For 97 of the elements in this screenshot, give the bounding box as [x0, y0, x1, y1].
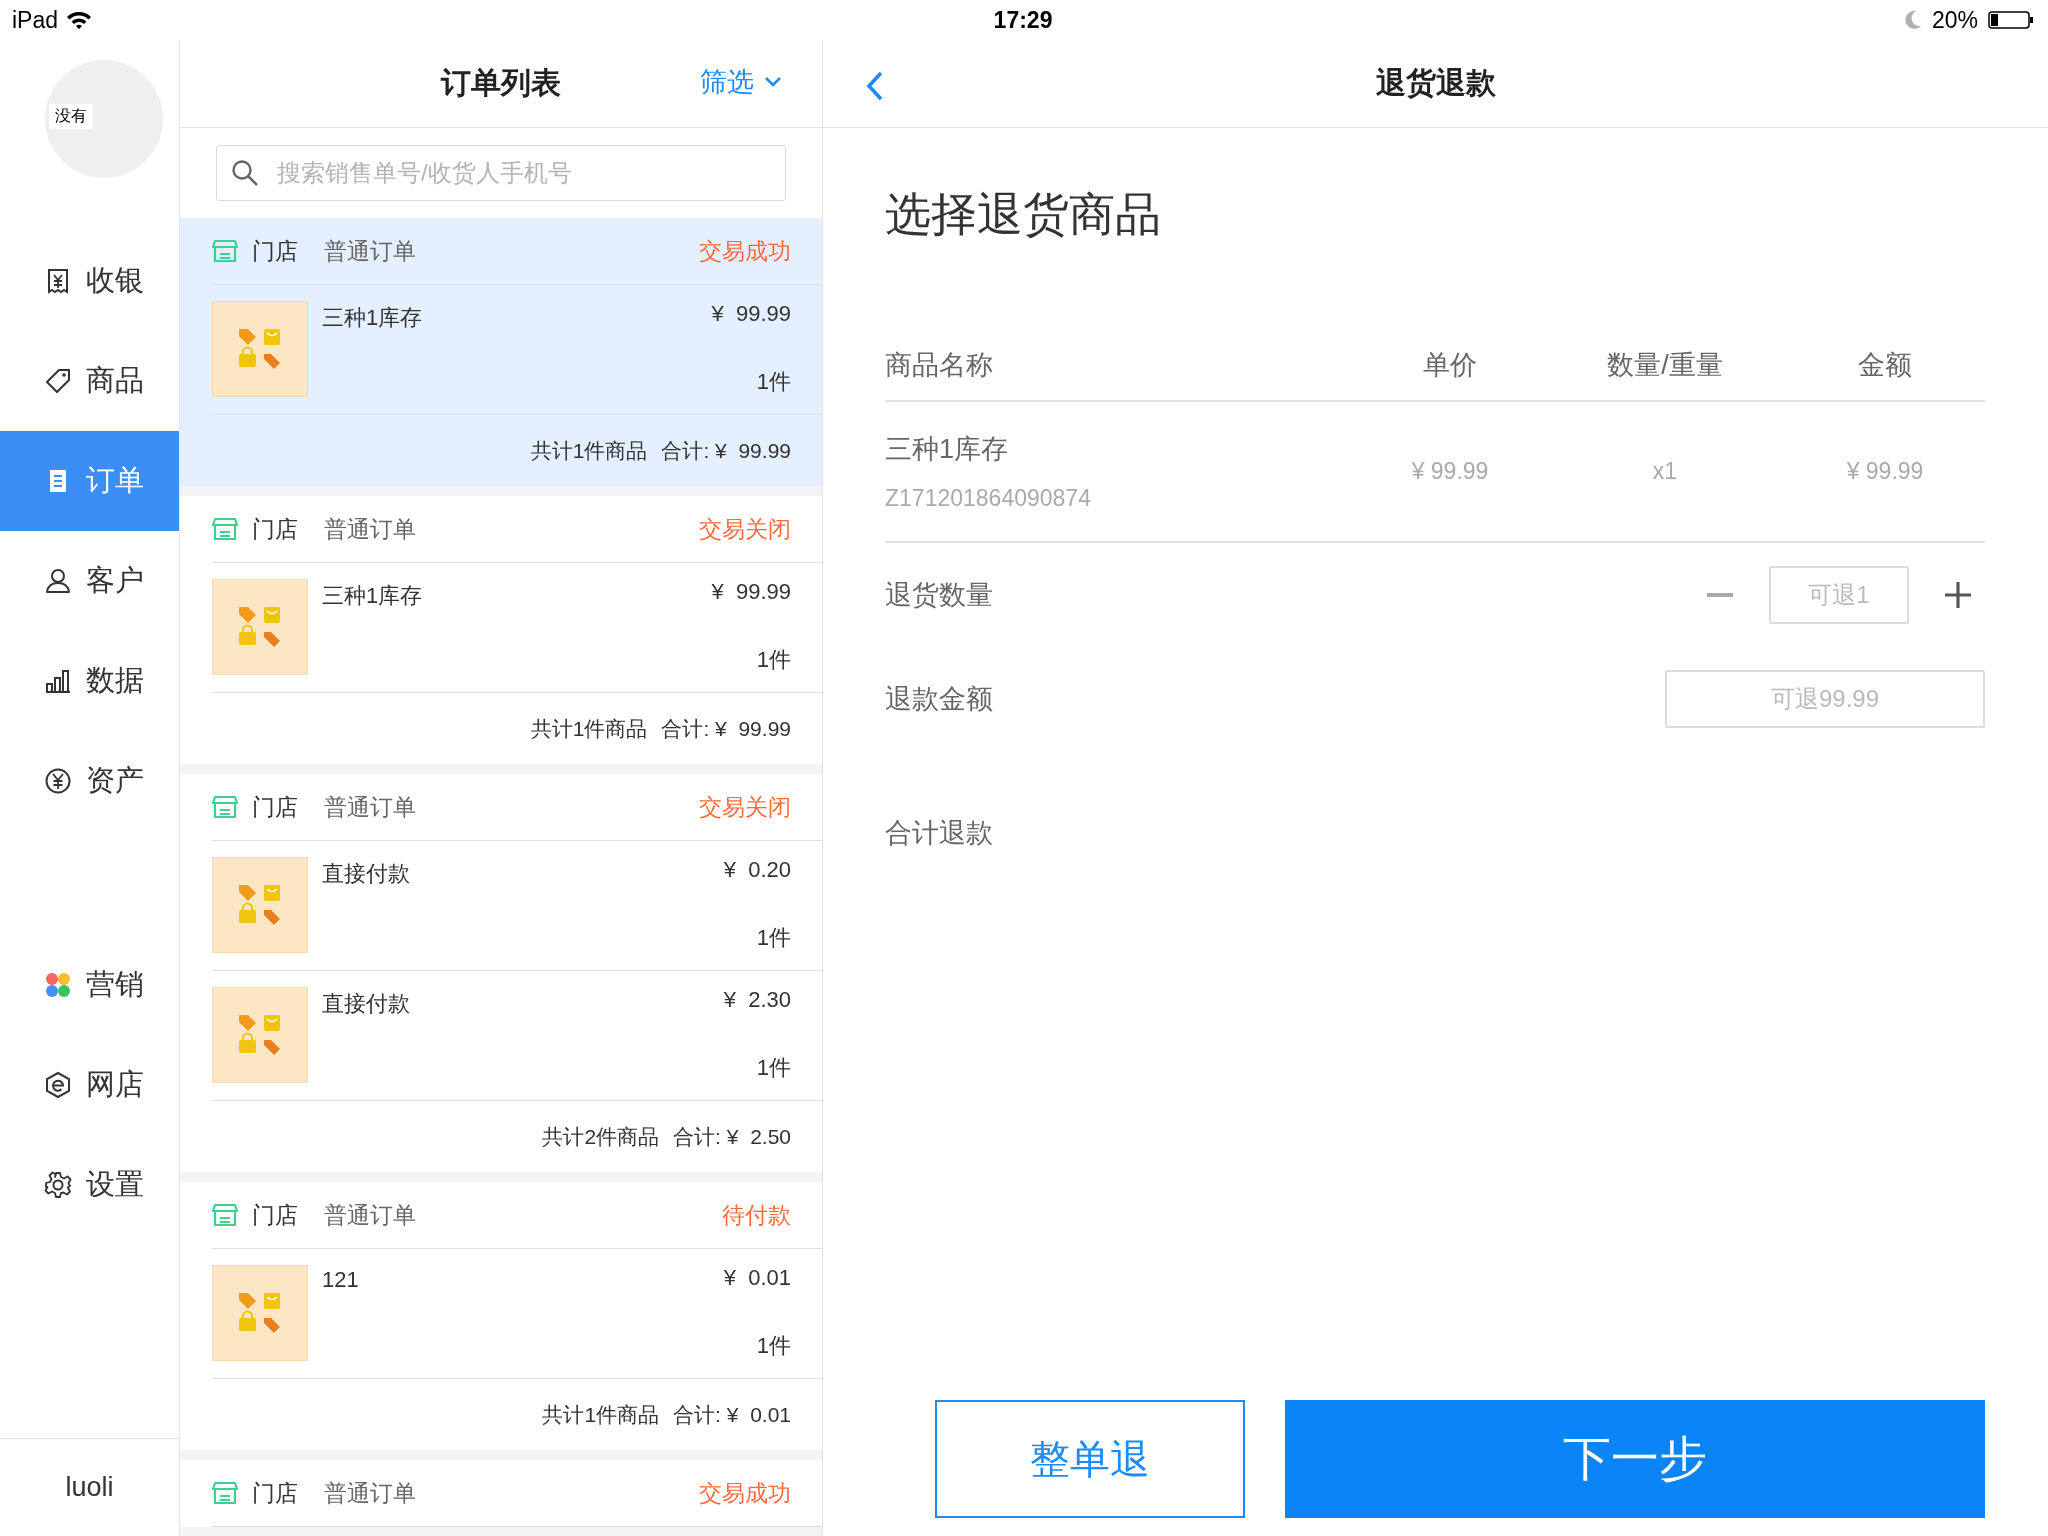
tag-icon: [44, 367, 72, 395]
hexagon-e-icon: [44, 1071, 72, 1099]
product-name: 直接付款: [322, 991, 410, 1016]
device-name: iPad: [12, 6, 59, 34]
yen-coin-icon: [44, 767, 72, 795]
person-icon: [44, 567, 72, 595]
quantity: x1: [1652, 458, 1678, 485]
amount: ¥ 99.99: [1846, 458, 1924, 485]
quantity-field[interactable]: 可退1: [1769, 566, 1909, 624]
product-quantity: 1件: [756, 924, 791, 952]
sidebar-item[interactable]: 网店: [0, 1035, 179, 1135]
battery-percent: 20%: [1931, 6, 1978, 34]
product-code: Z171201864090874: [885, 485, 1091, 512]
list-title: 订单列表: [441, 65, 561, 101]
product-quantity: 1件: [756, 1054, 791, 1082]
item-count: 共计1件商品: [542, 1401, 660, 1428]
sidebar-item[interactable]: 资产: [0, 731, 179, 831]
storefront-icon: [212, 795, 238, 819]
four-petal-icon: [44, 971, 72, 999]
order-total: 合计: ¥ 99.99: [661, 715, 791, 742]
clock: 17:29: [993, 6, 1053, 33]
sidebar-item[interactable]: 营销: [0, 935, 179, 1035]
order-status: 交易关闭: [699, 792, 791, 822]
product-quantity: 1件: [756, 368, 791, 396]
column-header: 金额: [1858, 349, 1912, 382]
order-type: 普通订单: [324, 792, 416, 822]
storefront-icon: [212, 517, 238, 541]
product-price: ¥ 0.20: [723, 857, 791, 883]
moon-icon: [1903, 10, 1922, 30]
minus-icon: [1707, 593, 1733, 597]
page-title: 退货退款: [1375, 65, 1496, 101]
product-name: 三种1库存: [322, 583, 423, 608]
avatar[interactable]: 没有: [45, 60, 163, 178]
order-type: 普通订单: [324, 236, 416, 266]
order-type: 普通订单: [324, 514, 416, 544]
order-card[interactable]: 门店 普通订单 交易关闭 直接付款 ¥ 0.20 1件 直接付款 ¥ 2.30 1件 共计2件商品 合计: ¥ 2.50: [180, 774, 822, 1172]
product-price: ¥ 99.99: [711, 579, 791, 605]
product-quantity: 1件: [756, 1332, 791, 1360]
storefront-icon: [212, 239, 238, 263]
field-label: 合计退款: [885, 817, 994, 850]
order-card[interactable]: 门店 普通订单 交易成功 三种1库存 ¥ 99.99 1件 共计1件商品 合计: ¥ 99.99: [180, 218, 822, 486]
storefront-icon: [212, 1481, 238, 1505]
product-name: 121: [322, 1267, 359, 1292]
order-status: 交易成功: [699, 1478, 791, 1508]
chevron-down-icon: [764, 76, 782, 88]
order-type: 普通订单: [324, 1478, 416, 1508]
next-step-button[interactable]: 下一步: [1285, 1400, 1985, 1518]
order-card[interactable]: 门店 普通订单 交易关闭 三种1库存 ¥ 99.99 1件 共计1件商品 合计: ¥ 99.99: [180, 496, 822, 764]
product-price: ¥ 99.99: [711, 301, 791, 327]
increase-button[interactable]: [1945, 582, 1971, 608]
order-card[interactable]: 门店 普通订单 交易成功: [180, 1460, 822, 1527]
user-name: luoli: [65, 1472, 114, 1503]
sidebar-item[interactable]: 设置: [0, 1135, 179, 1235]
store-label: 门店: [252, 236, 298, 266]
product-name: 三种1库存: [322, 305, 423, 330]
search-icon: [231, 159, 259, 187]
sidebar-item[interactable]: 数据: [0, 631, 179, 731]
unit-price: ¥ 99.99: [1411, 458, 1489, 485]
product-price: ¥ 0.01: [723, 1265, 791, 1291]
battery-icon: [1988, 10, 2034, 30]
product-price: ¥ 2.30: [723, 987, 791, 1013]
field-label: 退货数量: [885, 579, 994, 612]
avatar-text: 没有: [49, 104, 93, 129]
bar-chart-icon: [44, 667, 72, 695]
plus-icon: [1945, 582, 1971, 608]
wifi-icon: [66, 10, 93, 30]
sidebar-item[interactable]: 收银: [0, 231, 179, 331]
order-total: 合计: ¥ 2.50: [673, 1123, 791, 1150]
product-name: 三种1库存: [885, 433, 1009, 466]
sidebar-item[interactable]: 商品: [0, 331, 179, 431]
product-quantity: 1件: [756, 646, 791, 674]
settings-icon: [44, 1171, 72, 1199]
column-header: 数量/重量: [1607, 349, 1723, 382]
order-card[interactable]: 门店 普通订单 待付款 121 ¥ 0.01 1件 共计1件商品 合计: ¥ 0.01: [180, 1182, 822, 1450]
order-total: 合计: ¥ 0.01: [673, 1401, 791, 1428]
store-label: 门店: [252, 514, 298, 544]
item-count: 共计1件商品: [530, 715, 648, 742]
amount-field[interactable]: 可退99.99: [1665, 670, 1985, 728]
storefront-icon: [212, 1203, 238, 1227]
chevron-left-icon: [865, 70, 885, 102]
product-name: 直接付款: [322, 861, 410, 886]
field-label: 退款金额: [885, 683, 994, 716]
order-status: 待付款: [722, 1200, 791, 1230]
order-type: 普通订单: [324, 1200, 416, 1230]
item-count: 共计1件商品: [530, 437, 648, 464]
store-label: 门店: [252, 1200, 298, 1230]
order-total: 合计: ¥ 99.99: [661, 437, 791, 464]
column-header: 商品名称: [885, 349, 993, 382]
search-field[interactable]: 搜索销售单号/收货人手机号: [216, 145, 786, 201]
order-status: 交易关闭: [699, 514, 791, 544]
store-label: 门店: [252, 792, 298, 822]
store-label: 门店: [252, 1478, 298, 1508]
order-status: 交易成功: [699, 236, 791, 266]
column-header: 单价: [1423, 349, 1477, 382]
item-count: 共计2件商品: [542, 1123, 660, 1150]
sidebar-item[interactable]: 客户: [0, 531, 179, 631]
section-heading: 选择退货商品: [885, 188, 1161, 240]
